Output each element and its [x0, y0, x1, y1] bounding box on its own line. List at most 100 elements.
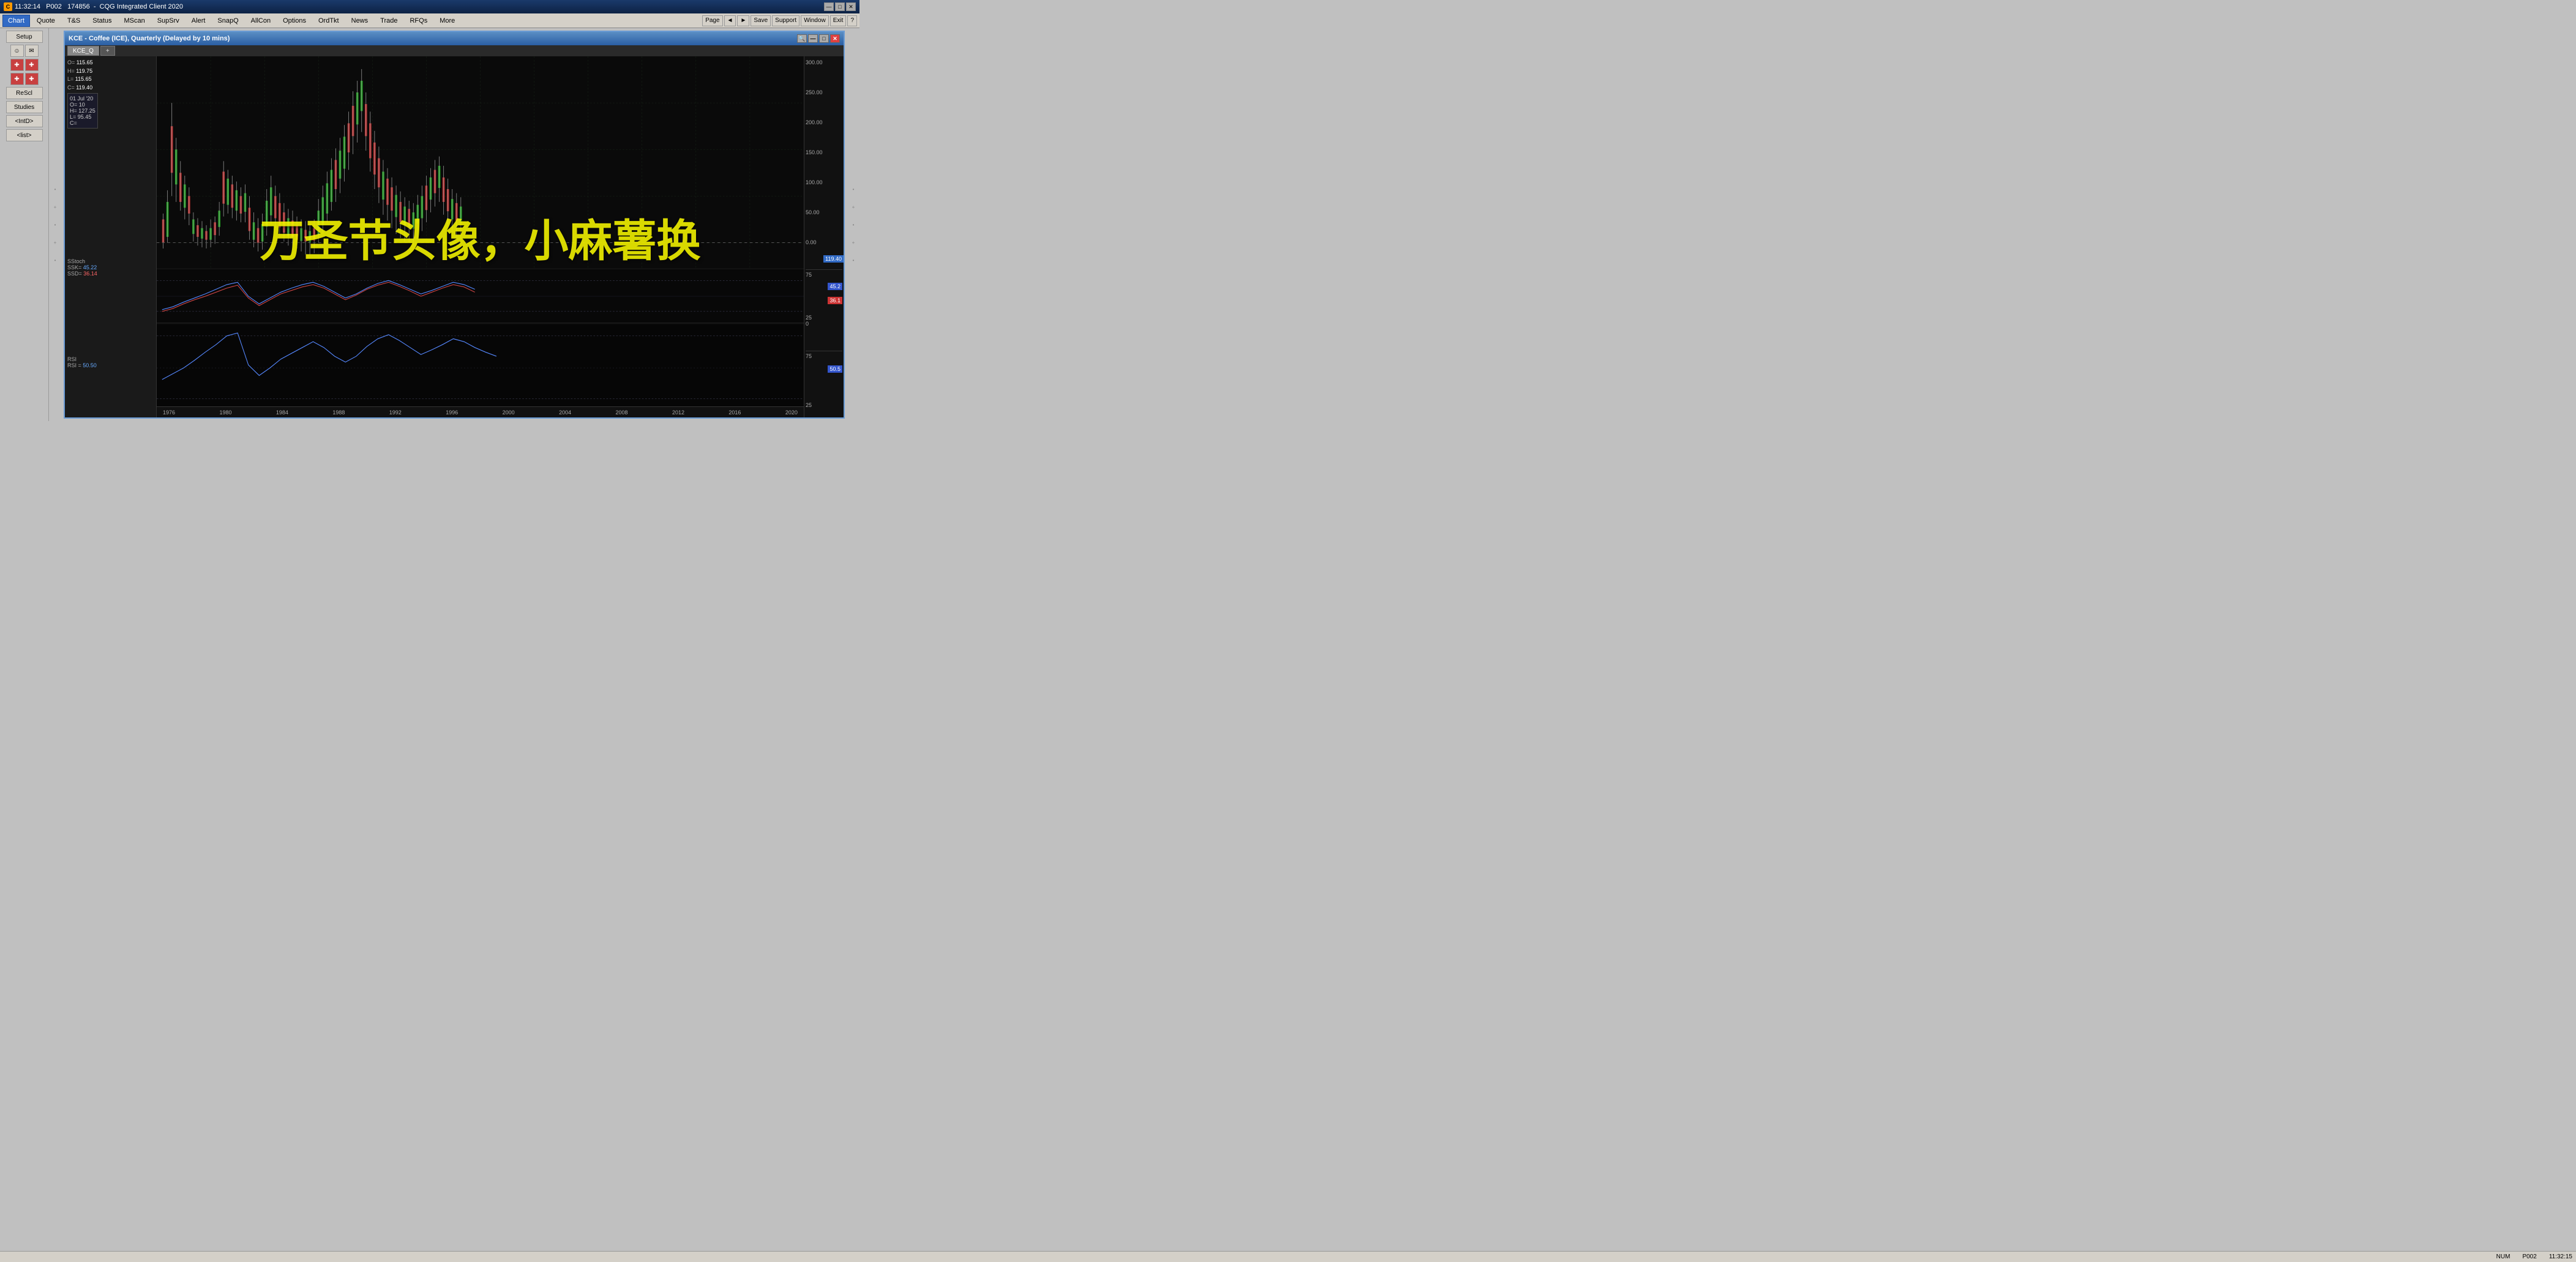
year-1992: 1992 — [389, 409, 402, 416]
price-axis-labels: 300.00 250.00 200.00 150.00 119.40 100.0… — [804, 56, 844, 417]
close-button[interactable]: ✕ — [846, 2, 856, 11]
price-0: 0.00 — [806, 239, 842, 245]
menu-snapq[interactable]: SnapQ — [212, 15, 244, 27]
chart-canvas[interactable]: 万圣节头像，小麻薯换 — [157, 56, 804, 417]
menu-more[interactable]: More — [434, 15, 460, 27]
maximize-button[interactable]: □ — [835, 2, 845, 11]
nav-dot-left-2[interactable]: + — [54, 204, 57, 210]
help-button[interactable]: ? — [847, 15, 857, 26]
stoch-indicator-label: SStoch — [67, 258, 97, 264]
chart-close-btn[interactable]: ✕ — [830, 34, 840, 43]
menu-alert[interactable]: Alert — [186, 15, 211, 27]
chart-symbol: KCE - Coffee (ICE), Quarterly (Delayed b… — [69, 35, 230, 42]
stoch-axis-inner: 75 45.2 36.1 25 0 — [806, 272, 842, 327]
list-button[interactable]: <list> — [6, 129, 43, 141]
year-2004: 2004 — [559, 409, 571, 416]
main-layout: Setup ☺ ✉ ✚ ✚ ✚ ✚ ReScl Studies <IntD> <… — [0, 28, 859, 421]
menu-chart[interactable]: Chart — [2, 15, 30, 27]
year-2008: 2008 — [616, 409, 628, 416]
menu-bar: Chart Quote T&S Status MScan SupSrv Aler… — [0, 13, 859, 28]
right-nav-col: • + • + • — [847, 28, 859, 421]
chart-left-info: O= 115.65 H= 119.75 L= 115.65 C= 119.40 … — [65, 56, 157, 417]
year-2000: 2000 — [503, 409, 515, 416]
menu-ordtkt[interactable]: OrdTkt — [313, 15, 345, 27]
status-bar: NUM P002 11:32:15 — [0, 1251, 2576, 1262]
chart-search-btn[interactable]: 🔍 — [797, 34, 807, 43]
red-plus-btn-2[interactable]: ✚ — [25, 59, 39, 71]
nav-dot-right-1[interactable]: • — [853, 187, 855, 192]
sb-high: 127.25 — [78, 108, 95, 114]
smiley-icon-btn[interactable]: ☺ — [10, 45, 24, 57]
right-price-axis: 300.00 250.00 200.00 150.00 119.40 100.0… — [804, 56, 844, 417]
sidebar-icon-row-3: ✚ ✚ — [10, 73, 39, 85]
nav-dot-left-5[interactable]: • — [54, 258, 56, 263]
stoch-axis: 75 45.2 36.1 25 0 — [806, 269, 842, 327]
intd-button[interactable]: <IntD> — [6, 115, 43, 127]
chart-minimize-btn[interactable]: — — [808, 34, 818, 43]
stoch-label: SStoch SSK= 45.22 SSD= 36.14 — [67, 258, 97, 277]
year-2020: 2020 — [785, 409, 798, 416]
title-time: 11:32:14 — [15, 3, 40, 10]
chart-tab-add[interactable]: + — [100, 46, 115, 56]
nav-dot-right-5[interactable]: • — [853, 258, 855, 263]
nav-dot-left-4[interactable]: + — [54, 240, 57, 245]
current-price-badge: 119.40 — [823, 255, 844, 263]
sb-open: 10 — [79, 102, 85, 108]
page-button[interactable]: Page — [702, 15, 722, 26]
save-button[interactable]: Save — [751, 15, 771, 26]
rescl-button[interactable]: ReScl — [6, 87, 43, 99]
studies-button[interactable]: Studies — [6, 101, 43, 113]
mail-icon-btn[interactable]: ✉ — [25, 45, 39, 57]
rsi-badge: 50.5 — [828, 365, 842, 373]
chart-maximize-btn[interactable]: □ — [819, 34, 829, 43]
chart-titlebar: KCE - Coffee (ICE), Quarterly (Delayed b… — [65, 32, 844, 45]
year-1988: 1988 — [332, 409, 345, 416]
nav-dot-left-3[interactable]: • — [54, 222, 56, 228]
year-1984: 1984 — [276, 409, 288, 416]
rsi-25: 25 — [806, 402, 812, 408]
support-button[interactable]: Support — [772, 15, 799, 26]
menu-ts[interactable]: T&S — [62, 15, 86, 27]
menu-news[interactable]: News — [346, 15, 374, 27]
next-page-button[interactable]: ► — [737, 15, 749, 26]
window-controls: — □ ✕ — [824, 2, 856, 11]
menu-options[interactable]: Options — [277, 15, 312, 27]
menu-status[interactable]: Status — [87, 15, 117, 27]
red-plus-btn-4[interactable]: ✚ — [25, 73, 39, 85]
menu-supsrv[interactable]: SupSrv — [152, 15, 185, 27]
red-plus-btn-3[interactable]: ✚ — [10, 73, 24, 85]
second-bar-date: 01 Jul '20 — [70, 95, 95, 102]
nav-dot-right-3[interactable]: • — [853, 222, 855, 228]
exit-button[interactable]: Exit — [830, 15, 847, 26]
nav-dot-right-2[interactable]: + — [852, 204, 855, 210]
prev-page-button[interactable]: ◄ — [724, 15, 736, 26]
open-value: 115.65 — [77, 59, 93, 65]
status-account: P002 — [2522, 1253, 2536, 1260]
stoch-0: 0 — [806, 321, 809, 327]
menu-rfqs[interactable]: RFQs — [404, 15, 433, 27]
menu-trade[interactable]: Trade — [375, 15, 403, 27]
minimize-button[interactable]: — — [824, 2, 834, 11]
setup-button[interactable]: Setup — [6, 31, 43, 43]
price-200: 200.00 — [806, 119, 842, 125]
title-text: 11:32:14 P002 174856 - CQG Integrated Cl… — [15, 3, 824, 10]
chart-area: KCE - Coffee (ICE), Quarterly (Delayed b… — [61, 28, 847, 421]
window-button[interactable]: Window — [801, 15, 829, 26]
ssk-badge: 45.2 — [828, 283, 842, 290]
red-plus-btn-1[interactable]: ✚ — [10, 59, 24, 71]
close-value: 119.40 — [76, 84, 92, 91]
price-250: 250.00 — [806, 89, 842, 95]
nav-dot-left-1[interactable]: • — [54, 187, 56, 192]
chart-tab-kceq[interactable]: KCE_Q — [67, 46, 99, 56]
price-50: 50.00 — [806, 209, 842, 215]
menu-quote[interactable]: Quote — [31, 15, 61, 27]
nav-dot-right-4[interactable]: + — [852, 240, 855, 245]
year-2016: 2016 — [728, 409, 741, 416]
menu-allcon[interactable]: AllCon — [245, 15, 276, 27]
chart-title: KCE - Coffee (ICE), Quarterly (Delayed b… — [69, 35, 797, 42]
left-sidebar: Setup ☺ ✉ ✚ ✚ ✚ ✚ ReScl Studies <IntD> <… — [0, 28, 49, 421]
rsi-indicator-label: RSI — [67, 356, 97, 362]
timeline-labels: 1976 1980 1984 1988 1992 1996 2000 2004 … — [160, 409, 801, 416]
menu-mscan[interactable]: MScan — [118, 15, 150, 27]
stoch-25: 25 — [806, 315, 812, 321]
